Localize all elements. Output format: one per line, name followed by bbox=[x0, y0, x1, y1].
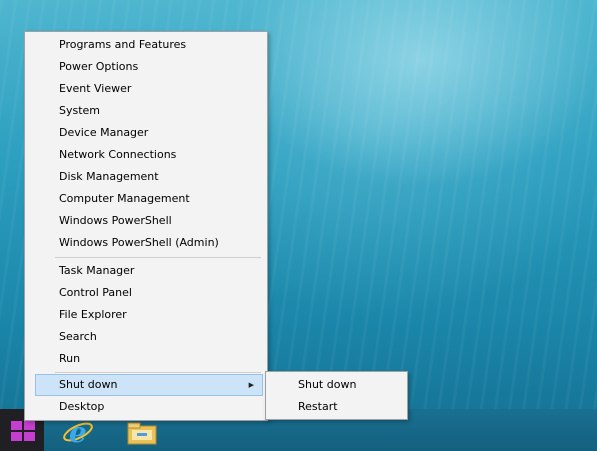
windows-start-icon bbox=[11, 421, 35, 441]
shut-down-submenu: Shut down Restart bbox=[265, 371, 408, 420]
menu-item-power-options[interactable]: Power Options bbox=[35, 56, 263, 78]
menu-item-system[interactable]: System bbox=[35, 100, 263, 122]
menu-item-run[interactable]: Run bbox=[35, 348, 263, 370]
menu-item-file-explorer[interactable]: File Explorer bbox=[35, 304, 263, 326]
submenu-item-restart[interactable]: Restart bbox=[268, 396, 405, 418]
submenu-item-shut-down[interactable]: Shut down bbox=[268, 374, 405, 396]
menu-separator bbox=[55, 372, 261, 373]
menu-item-shut-down[interactable]: Shut down ▶ bbox=[35, 374, 263, 396]
menu-item-windows-powershell-admin[interactable]: Windows PowerShell (Admin) bbox=[35, 232, 263, 254]
menu-item-programs-and-features[interactable]: Programs and Features bbox=[35, 34, 263, 56]
menu-item-shut-down-label: Shut down bbox=[59, 378, 118, 391]
menu-item-network-connections[interactable]: Network Connections bbox=[35, 144, 263, 166]
menu-item-computer-management[interactable]: Computer Management bbox=[35, 188, 263, 210]
menu-item-disk-management[interactable]: Disk Management bbox=[35, 166, 263, 188]
menu-item-task-manager[interactable]: Task Manager bbox=[35, 260, 263, 282]
menu-item-event-viewer[interactable]: Event Viewer bbox=[35, 78, 263, 100]
menu-item-search[interactable]: Search bbox=[35, 326, 263, 348]
quick-link-menu: Programs and Features Power Options Even… bbox=[24, 31, 268, 421]
menu-separator bbox=[55, 257, 261, 258]
menu-item-desktop[interactable]: Desktop bbox=[35, 396, 263, 418]
menu-item-control-panel[interactable]: Control Panel bbox=[35, 282, 263, 304]
menu-item-device-manager[interactable]: Device Manager bbox=[35, 122, 263, 144]
submenu-arrow-icon: ▶ bbox=[248, 381, 254, 389]
menu-item-windows-powershell[interactable]: Windows PowerShell bbox=[35, 210, 263, 232]
